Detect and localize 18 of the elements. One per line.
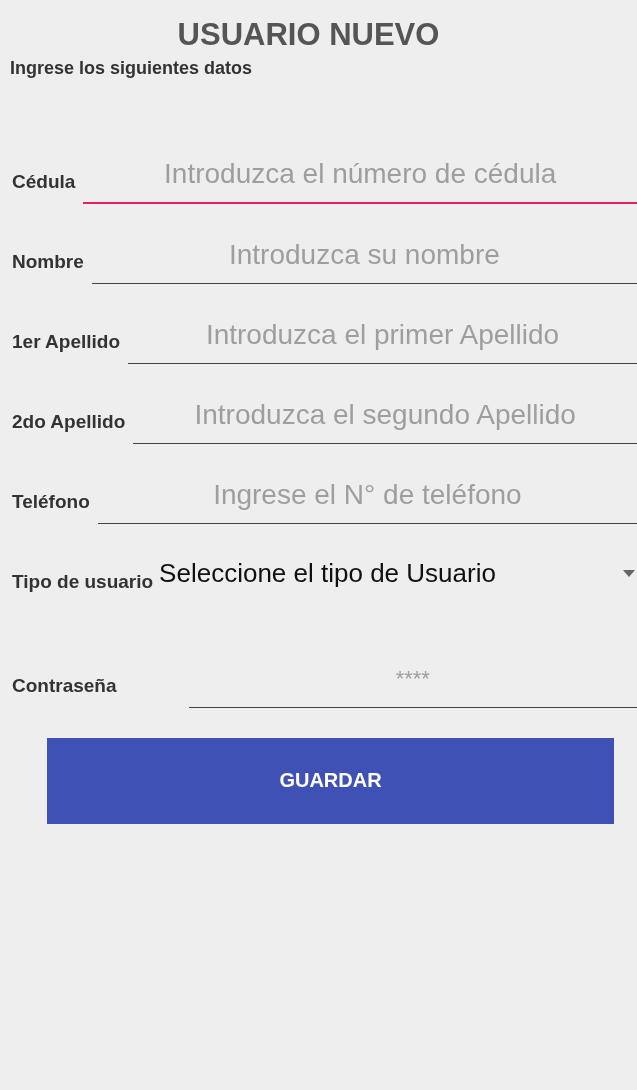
caret-icon — [623, 569, 635, 577]
field-label: Teléfono — [12, 489, 90, 514]
input-field[interactable]: Introduzca el segundo Apellido — [133, 392, 637, 445]
field-label: Contraseña — [12, 673, 117, 698]
dropdown[interactable]: Seleccione el tipo de Usuario — [159, 552, 637, 605]
input-field[interactable]: Introduzca el primer Apellido — [128, 312, 637, 365]
field-label: Cédula — [12, 169, 76, 194]
save-button[interactable]: GUARDAR — [47, 738, 614, 825]
page-title: USUARIO NUEVO — [176, 16, 441, 54]
field-label: 2do Apellido — [12, 409, 126, 434]
field-label: 1er Apellido — [12, 329, 121, 354]
field-label: Nombre — [12, 249, 84, 274]
subtitle: Ingrese los siguientes datos — [10, 57, 254, 81]
password-field[interactable]: **** — [188, 656, 637, 709]
input-field[interactable]: Introduzca su nombre — [91, 232, 637, 285]
input-field[interactable]: Ingrese el N° de teléfono — [97, 472, 637, 525]
input-field[interactable]: Introduzca el número de cédula — [83, 152, 637, 205]
field-label: Tipo de usuario — [12, 569, 154, 594]
